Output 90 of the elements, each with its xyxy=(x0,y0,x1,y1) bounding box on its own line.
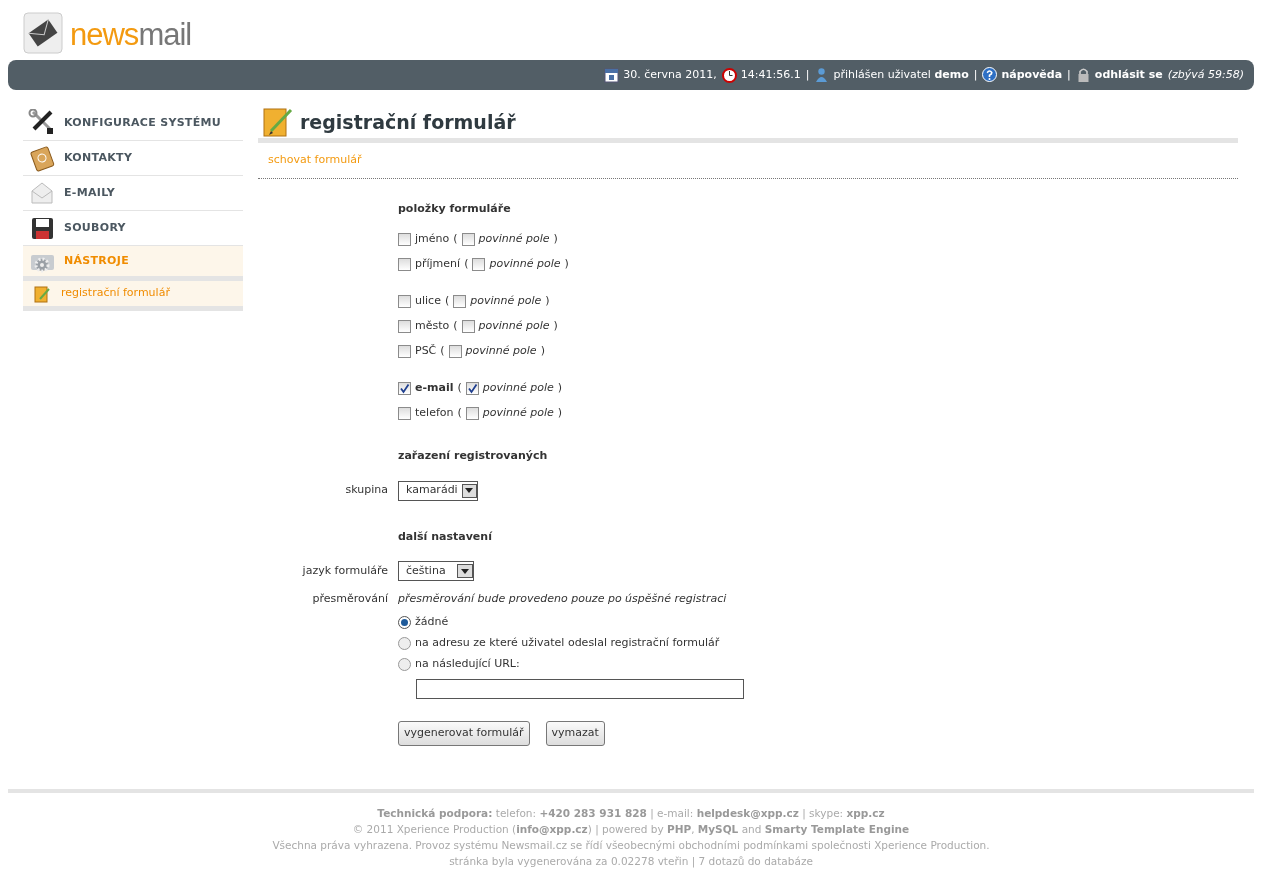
footer-text: © 2011 Xperience Production (info@xpp.cz) | powered by PHP, MySQL and Smarty Template Engine xyxy=(351,821,911,837)
checkmark-icon xyxy=(399,383,410,394)
paren: ( xyxy=(457,405,462,422)
session-timer: (zbývá 59:58) xyxy=(1167,66,1244,83)
paren: ) xyxy=(557,405,563,422)
form-label: skupina xyxy=(345,482,388,499)
separator: | xyxy=(805,66,810,83)
button[interactable]: vygenerovat formulář xyxy=(398,721,530,746)
button[interactable]: vymazat xyxy=(545,721,605,746)
dropdown[interactable]: kamarádi xyxy=(398,480,478,501)
clock-icon xyxy=(721,67,737,83)
section-heading: položky formuláře xyxy=(398,200,512,217)
page-title: registrační formulář xyxy=(300,109,516,135)
section-heading: další nastavení xyxy=(398,528,493,545)
paren: ( xyxy=(457,380,462,397)
notepad-icon xyxy=(262,106,294,138)
hint-text: přesměrování bude provedeno pouze po úspěšné registraci xyxy=(398,591,727,608)
paren: ( xyxy=(444,293,450,310)
required-label: povinné pole xyxy=(478,318,550,335)
paren: ) xyxy=(540,343,545,360)
caret-icon xyxy=(461,568,469,574)
radio-button[interactable] xyxy=(398,658,411,671)
user-text: přihlášen uživatel demo xyxy=(833,66,969,83)
checkbox[interactable] xyxy=(398,345,411,358)
logo-text: newsmail xyxy=(70,18,192,50)
help-icon xyxy=(982,67,998,83)
checkbox[interactable] xyxy=(398,407,411,420)
radio-button[interactable] xyxy=(398,616,411,629)
checkbox[interactable] xyxy=(398,382,411,395)
paren: ) xyxy=(545,293,550,310)
paren: ) xyxy=(553,231,558,248)
tools-icon xyxy=(28,109,56,137)
required-label: povinné pole xyxy=(482,380,554,397)
paren: ) xyxy=(553,318,558,335)
required-label: povinné pole xyxy=(482,405,554,422)
field-label: telefon xyxy=(415,405,454,422)
caret-icon xyxy=(465,488,474,493)
field-label: jméno xyxy=(415,231,450,248)
sidebar-item[interactable]: E-MAILY xyxy=(23,176,243,211)
field-label: PSČ xyxy=(415,343,437,360)
form-label: jazyk formuláře xyxy=(302,562,388,579)
required-label: povinné pole xyxy=(489,256,561,273)
required-label: povinné pole xyxy=(478,231,550,248)
field-label: e-mail xyxy=(415,380,454,397)
footer-text: stránka byla vygenerována za 0.02278 vteřin | 7 dotazů do databáze xyxy=(448,853,814,869)
separator: | xyxy=(973,66,978,83)
logout-link[interactable]: odhlásit se xyxy=(1094,66,1163,84)
form-label: přesměrování xyxy=(312,591,388,608)
url-input[interactable] xyxy=(416,679,744,699)
checkbox[interactable] xyxy=(398,233,411,246)
checkmark-icon xyxy=(466,383,478,394)
checkbox[interactable] xyxy=(398,258,411,271)
checkbox[interactable] xyxy=(398,320,411,333)
checkbox[interactable] xyxy=(453,295,467,308)
footer-text: Technická podpora: telefon: +420 283 931 828 | e-mail: helpdesk@xpp.cz | skype: xpp.cz xyxy=(376,805,886,821)
checkbox[interactable] xyxy=(461,233,475,246)
separator: | xyxy=(1067,66,1071,83)
envelope-icon xyxy=(22,11,66,57)
paren: ( xyxy=(440,343,445,360)
required-label: povinné pole xyxy=(465,343,537,360)
paren: ( xyxy=(464,256,469,273)
radio-label: na adresu ze které uživatel odeslal registrační formulář xyxy=(415,635,720,652)
field-label: ulice xyxy=(415,293,441,310)
radio-button[interactable] xyxy=(398,637,411,650)
field-label: město xyxy=(415,318,450,335)
section-heading: zařazení registrovaných xyxy=(398,448,549,464)
notepad-icon xyxy=(33,284,51,303)
help-link[interactable]: nápověda xyxy=(1001,66,1063,84)
checkbox[interactable] xyxy=(465,407,479,420)
checkbox[interactable] xyxy=(448,345,462,358)
sidebar-item[interactable]: KONTAKTY xyxy=(23,141,243,176)
checkbox[interactable] xyxy=(472,258,486,271)
checkbox[interactable] xyxy=(461,320,475,333)
paren: ( xyxy=(453,318,458,335)
sidebar-item[interactable]: KONFIGURACE SYSTÉMU xyxy=(23,106,243,141)
radio-label: na následující URL: xyxy=(415,656,520,673)
paren: ) xyxy=(557,380,563,397)
field-label: příjmení xyxy=(415,256,461,273)
footer-text: Všechna práva vyhrazena. Provoz systému Newsmail.cz se řídí všeobecnými obchodními podmínkami společnosti Xperience Production. xyxy=(271,837,991,853)
checkbox[interactable] xyxy=(398,295,411,308)
user-icon xyxy=(814,67,830,83)
paren: ( xyxy=(453,231,458,248)
dropdown[interactable]: čeština xyxy=(398,561,474,581)
date-text: 30. června 2011, xyxy=(623,66,717,83)
calendar-icon xyxy=(604,67,620,83)
time-text: 14:41:56.1 xyxy=(740,66,801,83)
radio-label: žádné xyxy=(415,614,449,631)
checkbox[interactable] xyxy=(465,382,479,395)
required-label: povinné pole xyxy=(470,293,542,310)
paren: ) xyxy=(564,256,569,273)
